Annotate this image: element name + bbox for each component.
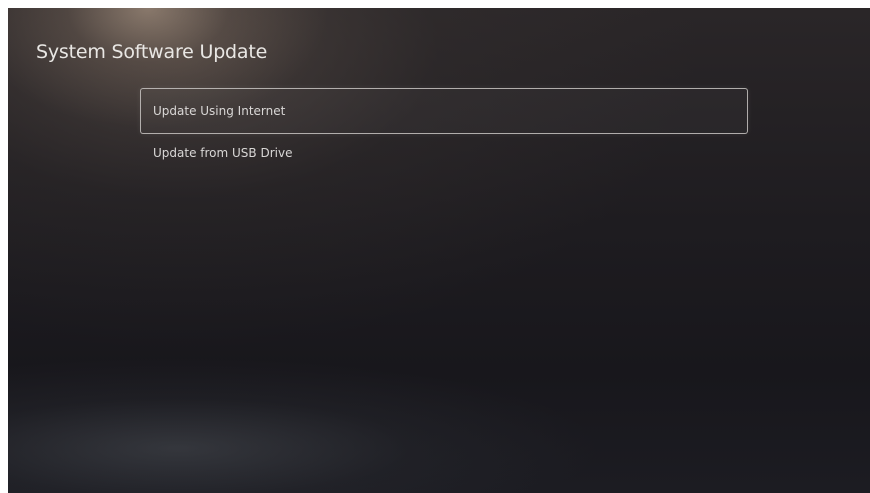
update-from-usb-drive-option[interactable]: Update from USB Drive <box>140 134 748 172</box>
update-using-internet-label: Update Using Internet <box>153 104 286 118</box>
update-using-internet-option[interactable]: Update Using Internet <box>140 88 748 134</box>
update-options-menu: Update Using Internet Update from USB Dr… <box>140 88 748 172</box>
system-software-update-screen: System Software Update Update Using Inte… <box>8 8 870 493</box>
page-title: System Software Update <box>36 41 268 63</box>
update-from-usb-drive-label: Update from USB Drive <box>153 146 293 160</box>
